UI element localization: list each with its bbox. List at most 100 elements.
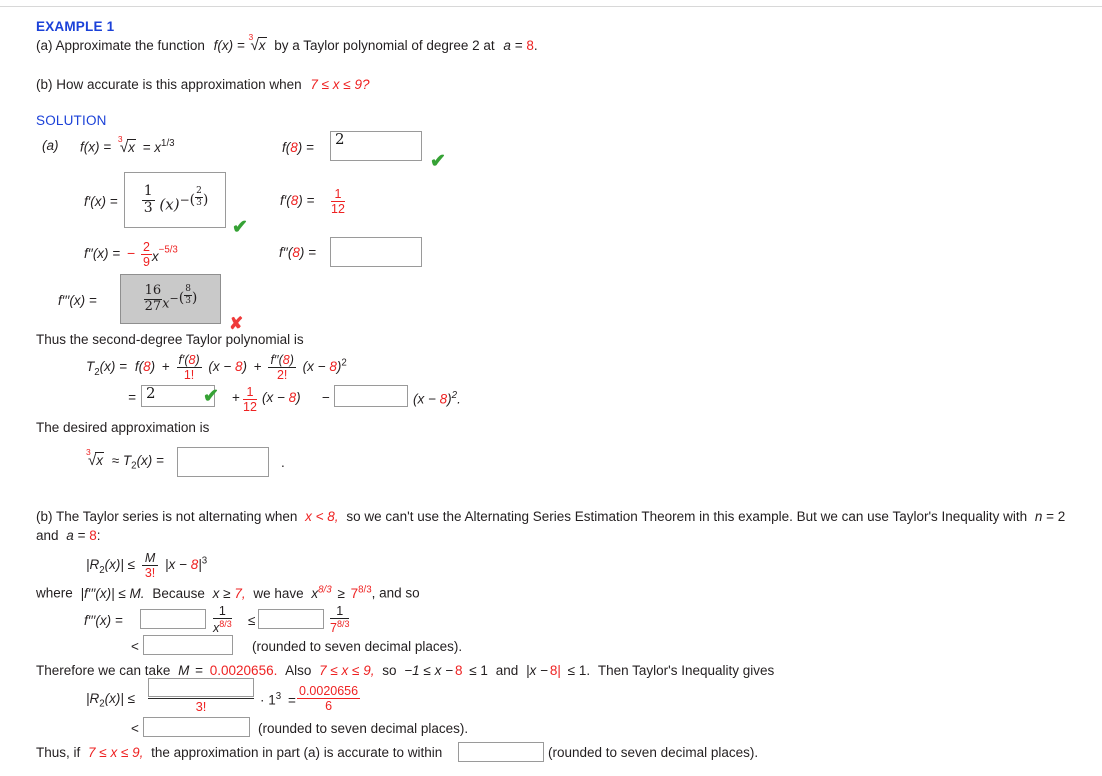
- approximation-answer-input[interactable]: [177, 447, 269, 477]
- taylor-mid-tail: (x − 8): [262, 390, 301, 405]
- term-f8: f(8): [135, 359, 155, 374]
- fprime-answer-input[interactable]: 1 3 (x)−(2 3): [124, 172, 226, 228]
- final-frac-num: 0.0020656: [297, 684, 361, 699]
- part-b-range: 7 ≤ x ≤ 9?: [310, 77, 370, 92]
- part-a-period: .: [533, 38, 538, 53]
- pb-1c: so we can't use the Alternating Series E…: [346, 509, 1028, 524]
- pb-2d: 8: [89, 528, 97, 543]
- plus-2: +: [253, 359, 262, 375]
- tail-pre: (x −: [413, 391, 440, 407]
- where-h: 78/3: [351, 584, 372, 601]
- th-g: so: [382, 663, 397, 678]
- fprime8-label-post: ) =: [298, 193, 315, 208]
- f8-answer-input[interactable]: 2: [330, 131, 422, 161]
- th-c: =: [195, 663, 203, 678]
- mid-frac-den: 12: [243, 400, 257, 414]
- final-fraction-with-input: 3!: [148, 678, 254, 714]
- pb-1e: = 2: [1046, 509, 1066, 524]
- thus-b: 7 ≤ x ≤ 9,: [88, 745, 144, 760]
- taylor-tail: (x − 8)2.: [413, 390, 461, 407]
- f28-label-pre: f′′(: [279, 245, 293, 260]
- th-d: 0.0020656.: [209, 663, 278, 678]
- approx-rest: (x) =: [136, 453, 164, 468]
- f8-label: f(8) =: [282, 140, 314, 155]
- part-b-paragraph-line1: (b) The Taylor series is not alternating…: [36, 509, 1065, 524]
- x-minus-8-term-2: (x − 8): [303, 359, 342, 374]
- tail-period: .: [457, 391, 461, 407]
- where-f-exp: 8/3: [318, 584, 332, 595]
- taylor-formula: T2(x) = f(8) + f′(8) 1! (x − 8) + f′′(8)…: [86, 353, 347, 382]
- part-b-text: (b) How accurate is this approximation w…: [36, 77, 302, 92]
- x-minus-8-term-1: (x − 8): [208, 359, 247, 374]
- fr1-num-post: ): [195, 353, 200, 367]
- fprime-exp-den: 3: [196, 197, 202, 208]
- term-f8-arg: 8: [143, 359, 151, 375]
- fr2-num-post: ): [289, 353, 294, 367]
- mid-tail-post: ): [296, 390, 301, 405]
- where-g: ≥: [337, 585, 345, 601]
- f2-at-8-label: f′′(8) =: [279, 245, 316, 260]
- final-bound-input[interactable]: [143, 717, 250, 737]
- label-part-a: (a): [42, 138, 59, 153]
- fprime-den: 3: [143, 199, 153, 216]
- top-divider: [0, 6, 1102, 7]
- final-numerator-input[interactable]: [148, 678, 254, 697]
- part-a-text-2: by a Taylor polynomial of degree 2 at: [274, 38, 495, 53]
- fprime-answer-expression: 1 3 (x)−(2 3): [141, 182, 209, 216]
- pb-1b: x < 8,: [305, 509, 339, 524]
- ineq-tail-sup: 3: [201, 555, 208, 567]
- approx-rel: ≈ T: [111, 453, 132, 468]
- ineq-tail: |x − 8|: [165, 557, 202, 572]
- final-accuracy-input[interactable]: [458, 742, 544, 762]
- final-lhs-post: (x)| ≤: [104, 691, 136, 706]
- taylor-minus: −: [322, 390, 330, 405]
- taylor-first-correct-check-icon: ✔: [203, 386, 219, 407]
- f4-frac1-den: x8/3: [213, 619, 232, 635]
- ineq-tail-pre: |x −: [165, 557, 191, 573]
- f4-frac2-den-exp: 8/3: [336, 619, 350, 629]
- f4-frac2-den: 78/3: [330, 619, 349, 635]
- thus-c: the approximation in part (a) is accurat…: [151, 745, 443, 760]
- f4-fraction-1: 1 x8/3: [213, 604, 232, 635]
- pb-1d: n: [1034, 509, 1043, 524]
- root-index: 3: [248, 32, 254, 42]
- cube-root-x: 3 √x: [248, 32, 267, 54]
- f3-den: 27: [144, 298, 162, 314]
- th-m: 8|: [549, 663, 561, 678]
- f2-den: 9: [142, 255, 150, 269]
- th-n: ≤ 1.: [567, 663, 591, 678]
- f4-frac2-num: 1: [330, 604, 350, 619]
- f4-bound-input[interactable]: [143, 635, 233, 655]
- f4-numerator-input-1[interactable]: [140, 609, 206, 629]
- part-b-prompt: (b) How accurate is this approximation w…: [36, 77, 370, 92]
- mid-tail-pre: (x −: [262, 390, 289, 405]
- f2-at-8-answer-input[interactable]: [330, 237, 422, 267]
- f3-exp-num: 8: [184, 284, 192, 296]
- f3-exp-den: 3: [185, 295, 191, 306]
- xm8b-pre: (x −: [302, 359, 330, 375]
- f28-label-arg: 8: [292, 245, 300, 260]
- exercise-page: EXAMPLE 1 (a) Approximate the function f…: [0, 0, 1102, 776]
- thus-a: Thus, if: [36, 745, 81, 760]
- th-i: 8: [454, 663, 463, 678]
- f2-var: x: [151, 249, 159, 265]
- fr2-den: 2!: [276, 368, 288, 382]
- approx-formula: 3 √x ≈ T2(x) =: [86, 447, 164, 472]
- fprime-label: f′(x) =: [84, 194, 118, 209]
- f4-numerator-input-2[interactable]: [258, 609, 324, 629]
- th-f: 7 ≤ x ≤ 9,: [319, 663, 375, 678]
- f2-exponent: −5/3: [158, 244, 178, 256]
- where-h-exp: 8/3: [358, 584, 372, 595]
- fprime8-label: f′(8) =: [280, 193, 314, 208]
- taylor-second-term-input[interactable]: [334, 385, 408, 407]
- where-c: Because: [152, 585, 205, 601]
- fr1-den: 1!: [183, 368, 195, 382]
- f-expr-exponent: 1/3: [161, 138, 175, 149]
- part-a-at-value: 8: [526, 38, 534, 53]
- xm8b-arg: 8: [329, 359, 337, 375]
- xm8-post: ): [242, 359, 248, 375]
- f-of-x-definition: f(x) = 3 √x = x1/3: [80, 134, 175, 156]
- f3-answer-input[interactable]: 16 27 x−(8 3): [120, 274, 221, 324]
- mid-frac-num: 1: [243, 385, 257, 400]
- th-e: Also: [285, 663, 312, 678]
